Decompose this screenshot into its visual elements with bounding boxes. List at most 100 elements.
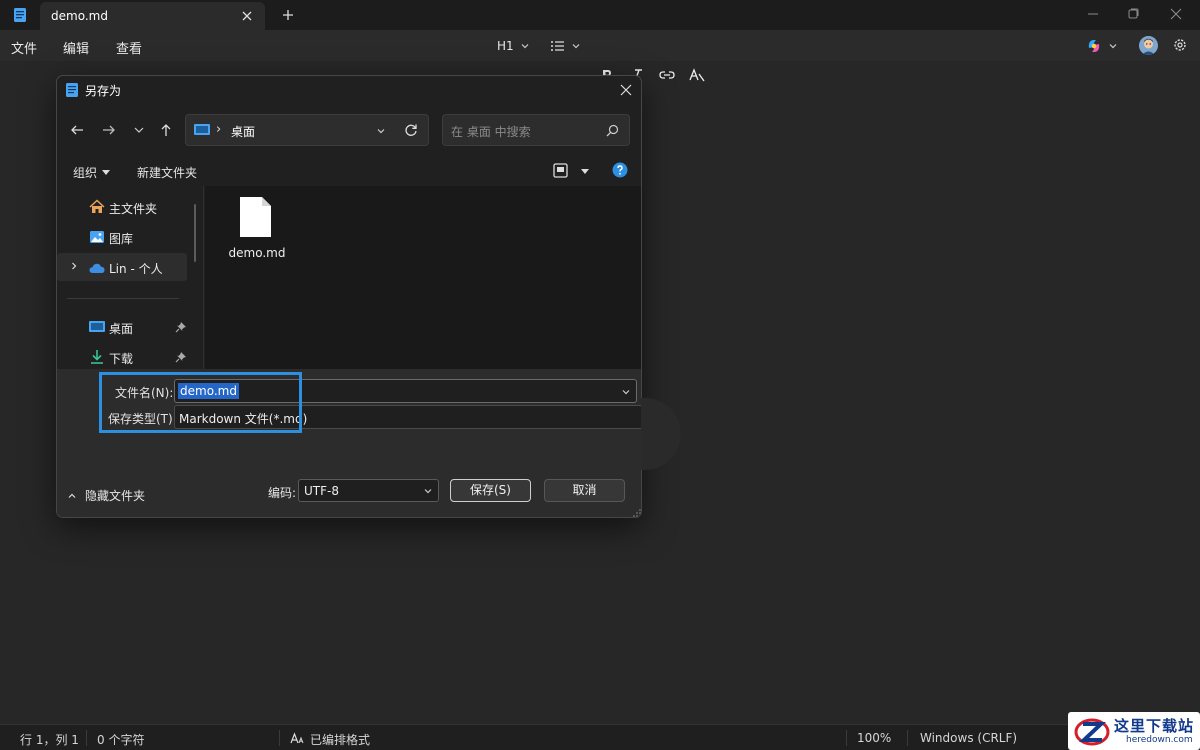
char-count: 0 个字符 bbox=[97, 733, 145, 747]
view-options-caret-icon[interactable] bbox=[581, 169, 589, 174]
resize-grip-icon[interactable] bbox=[633, 509, 641, 517]
search-placeholder: 在 桌面 中搜索 bbox=[451, 125, 531, 139]
nav-item-onedrive[interactable]: Lin - 个人 bbox=[57, 253, 187, 281]
avatar[interactable] bbox=[1139, 36, 1158, 55]
nav-item-downloads[interactable]: 下载 bbox=[65, 343, 187, 371]
gear-icon[interactable] bbox=[1172, 37, 1188, 53]
nav-item-label: 下载 bbox=[109, 352, 134, 366]
save-as-dialog: 另存为 › 桌面 在 桌面 中搜索 组织 新建文件夹 主文件夹 图库 Lin -… bbox=[56, 75, 642, 518]
avatar-face-icon bbox=[1139, 36, 1158, 55]
nav-item-home[interactable]: 主文件夹 bbox=[65, 193, 187, 221]
dialog-title: 另存为 bbox=[85, 84, 122, 98]
desktop-icon bbox=[194, 124, 210, 135]
close-tab-icon[interactable] bbox=[239, 8, 255, 24]
chevron-up-icon bbox=[68, 493, 76, 498]
back-arrow-icon[interactable] bbox=[69, 122, 85, 138]
heading-dropdown[interactable]: H1 bbox=[497, 37, 530, 55]
title-bar: demo.md bbox=[0, 0, 1200, 30]
notepad-icon bbox=[66, 83, 78, 97]
desktop-icon bbox=[89, 321, 105, 332]
watermark-title: 这里下载站 bbox=[1114, 717, 1195, 735]
line-ending: Windows (CRLF) bbox=[920, 731, 1018, 745]
chevron-down-icon bbox=[1109, 44, 1117, 49]
chevron-down-icon[interactable] bbox=[621, 387, 631, 397]
nav-item-label: Lin - 个人 bbox=[109, 262, 163, 276]
menu-edit[interactable]: 编辑 bbox=[63, 38, 89, 57]
nav-item-label: 图库 bbox=[109, 232, 134, 246]
status-bar: 行 1，列 1 0 个字符 已编排格式 100% Windows (CRLF) bbox=[0, 724, 1200, 750]
watermark: 这里下载站 heredown.com bbox=[1068, 712, 1200, 750]
status-divider bbox=[846, 730, 847, 746]
menu-file[interactable]: 文件 bbox=[11, 38, 37, 57]
nav-item-label: 主文件夹 bbox=[109, 202, 158, 216]
copilot-dropdown[interactable] bbox=[1086, 37, 1118, 55]
tab-demo-md[interactable]: demo.md bbox=[40, 2, 265, 30]
chevron-down-icon bbox=[424, 489, 432, 494]
chevron-down-icon bbox=[572, 44, 580, 49]
caret-down-icon bbox=[102, 170, 111, 175]
nav-item-label: 桌面 bbox=[109, 322, 134, 336]
cursor-position: 行 1，列 1 bbox=[20, 733, 79, 747]
minimize-icon[interactable] bbox=[1085, 6, 1101, 22]
tab-title: demo.md bbox=[51, 9, 108, 23]
close-window-icon[interactable] bbox=[1168, 6, 1184, 22]
close-dialog-icon[interactable] bbox=[619, 83, 633, 97]
recent-locations-chevron-icon[interactable] bbox=[131, 122, 147, 138]
watermark-url: heredown.com bbox=[1126, 735, 1193, 745]
cancel-button[interactable]: 取消 bbox=[544, 479, 625, 502]
nav-item-desktop[interactable]: 桌面 bbox=[65, 313, 187, 341]
encoding-value: UTF-8 bbox=[304, 484, 339, 498]
chevron-down-icon[interactable] bbox=[376, 126, 386, 136]
up-arrow-icon[interactable] bbox=[158, 122, 174, 138]
menu-bar: 文件 编辑 查看 H1 bbox=[0, 30, 1200, 82]
breadcrumb[interactable]: 桌面 bbox=[231, 123, 255, 140]
help-icon[interactable] bbox=[612, 162, 628, 178]
organize-label: 组织 bbox=[73, 166, 98, 180]
encoding-label: 编码: bbox=[268, 486, 297, 500]
zoom-level: 100% bbox=[857, 731, 892, 745]
nav-divider bbox=[67, 298, 179, 299]
search-input[interactable]: 在 桌面 中搜索 bbox=[442, 114, 630, 146]
menu-view[interactable]: 查看 bbox=[116, 38, 142, 57]
clear-format-icon[interactable] bbox=[689, 68, 705, 83]
pin-icon[interactable] bbox=[175, 351, 187, 363]
home-icon bbox=[89, 199, 105, 213]
maximize-icon[interactable] bbox=[1125, 6, 1141, 22]
file-list-pane: demo.md bbox=[205, 186, 641, 369]
text-format-icon bbox=[290, 732, 304, 744]
save-options-area: 文件名(N): demo.md 保存类型(T): Markdown 文件(*.m… bbox=[57, 369, 641, 517]
hide-folders-label: 隐藏文件夹 bbox=[85, 489, 146, 503]
dropdown-shadow bbox=[641, 398, 681, 470]
highlight-box bbox=[99, 372, 302, 433]
file-icon bbox=[240, 197, 271, 237]
hide-folders-toggle[interactable]: 隐藏文件夹 bbox=[67, 487, 145, 504]
link-icon[interactable] bbox=[659, 69, 675, 81]
onedrive-icon bbox=[89, 263, 105, 273]
chevron-right-icon[interactable] bbox=[69, 261, 79, 271]
notepad-icon bbox=[14, 8, 26, 22]
view-options-icon[interactable] bbox=[553, 163, 568, 178]
navigation-pane: 主文件夹 图库 Lin - 个人 桌面 下载 bbox=[57, 186, 204, 369]
copilot-icon bbox=[1088, 40, 1100, 52]
refresh-icon[interactable] bbox=[404, 123, 418, 137]
file-item-demo-md[interactable]: demo.md bbox=[227, 194, 287, 264]
nav-scrollbar[interactable] bbox=[194, 204, 196, 262]
forward-arrow-icon[interactable] bbox=[101, 122, 117, 138]
pin-icon[interactable] bbox=[175, 321, 187, 333]
list-icon bbox=[551, 41, 564, 51]
list-dropdown[interactable] bbox=[550, 37, 581, 55]
nav-item-gallery[interactable]: 图库 bbox=[65, 223, 187, 251]
format-mode[interactable]: 已编排格式 bbox=[310, 731, 370, 748]
status-divider bbox=[279, 730, 280, 746]
status-divider bbox=[86, 730, 87, 746]
new-folder-label: 新建文件夹 bbox=[137, 166, 198, 180]
save-button[interactable]: 保存(S) bbox=[450, 479, 531, 502]
file-name: demo.md bbox=[228, 246, 286, 260]
encoding-select[interactable]: UTF-8 bbox=[298, 479, 439, 502]
new-folder-button[interactable]: 新建文件夹 bbox=[137, 164, 197, 181]
new-tab-icon[interactable] bbox=[280, 7, 296, 23]
breadcrumb-separator: › bbox=[216, 122, 222, 137]
address-bar[interactable]: › 桌面 bbox=[185, 114, 429, 146]
organize-button[interactable]: 组织 bbox=[73, 164, 111, 181]
download-icon bbox=[91, 350, 103, 364]
